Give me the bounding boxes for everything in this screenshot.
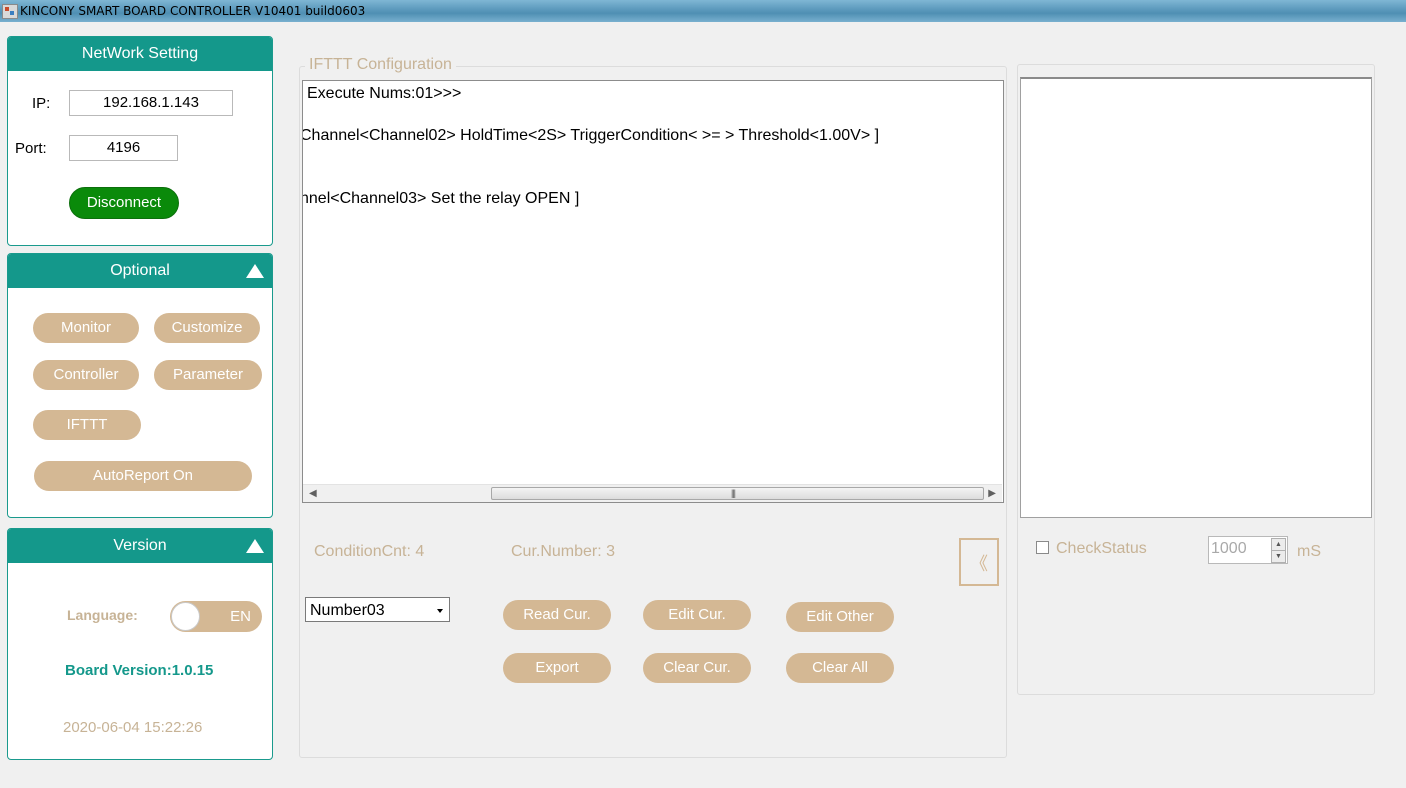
language-value: EN xyxy=(230,608,251,625)
customize-button[interactable]: Customize xyxy=(154,313,260,343)
scroll-right-icon[interactable]: ▶ xyxy=(988,488,996,499)
parameter-button[interactable]: Parameter xyxy=(154,360,262,390)
collapse-left-button[interactable]: 《 xyxy=(959,538,999,586)
edit-other-button[interactable]: Edit Other xyxy=(786,602,894,632)
number-select-value: Number03 xyxy=(310,602,385,619)
toggle-knob xyxy=(171,602,200,631)
datetime-label: 2020-06-04 15:22:26 xyxy=(63,719,203,736)
network-header: NetWork Setting xyxy=(8,37,272,71)
status-list[interactable] xyxy=(1020,77,1372,518)
clear-all-button[interactable]: Clear All xyxy=(786,653,894,683)
optional-title: Optional xyxy=(110,262,170,279)
ifttt-button[interactable]: IFTTT xyxy=(33,410,141,440)
collapse-up-icon[interactable] xyxy=(246,539,264,553)
number-select[interactable]: Number03 xyxy=(305,597,450,622)
scroll-thumb[interactable]: ||| xyxy=(491,487,984,500)
language-label: Language: xyxy=(67,607,138,623)
interval-unit: mS xyxy=(1297,543,1321,560)
clear-cur-button[interactable]: Clear Cur. xyxy=(643,653,751,683)
version-title: Version xyxy=(113,537,167,554)
chevron-down-icon xyxy=(437,609,443,613)
export-button[interactable]: Export xyxy=(503,653,611,683)
text-line-1: Execute Nums:01>>> xyxy=(307,85,462,102)
read-cur-button[interactable]: Read Cur. xyxy=(503,600,611,630)
scroll-left-icon[interactable]: ◀ xyxy=(309,488,317,499)
edit-cur-button[interactable]: Edit Cur. xyxy=(643,600,751,630)
monitor-button[interactable]: Monitor xyxy=(33,313,139,343)
controller-button[interactable]: Controller xyxy=(33,360,139,390)
port-field[interactable]: 4196 xyxy=(69,135,178,161)
condition-count: ConditionCnt: 4 xyxy=(314,543,425,560)
window-title: KINCONY SMART BOARD CONTROLLER V10401 bu… xyxy=(20,4,366,18)
ip-label: IP: xyxy=(32,95,51,112)
interval-spinner[interactable]: 1000 ▲ ▼ xyxy=(1208,536,1288,564)
checkstatus-label: CheckStatus xyxy=(1056,540,1147,557)
checkstatus-checkbox[interactable] xyxy=(1036,541,1049,554)
text-line-2: Channel<Channel02> HoldTime<2S> TriggerC… xyxy=(302,127,880,144)
language-toggle[interactable]: EN xyxy=(170,601,262,632)
board-version: Board Version:1.0.15 xyxy=(65,662,214,679)
version-header: Version xyxy=(8,529,272,563)
spin-down-icon[interactable]: ▼ xyxy=(1271,550,1286,563)
disconnect-button[interactable]: Disconnect xyxy=(69,187,179,219)
window-titlebar: KINCONY SMART BOARD CONTROLLER V10401 bu… xyxy=(0,0,1406,22)
port-label: Port: xyxy=(15,140,47,157)
autoreport-button[interactable]: AutoReport On xyxy=(34,461,252,491)
grip-icon: ||| xyxy=(731,488,736,498)
ifttt-text-area[interactable]: Execute Nums:01>>> Channel<Channel02> Ho… xyxy=(302,80,1004,503)
optional-header: Optional xyxy=(8,254,272,288)
ifttt-group-title: IFTTT Configuration xyxy=(305,56,456,74)
app-icon xyxy=(2,4,18,19)
horizontal-scrollbar[interactable]: ◀ ||| ▶ xyxy=(303,484,1002,502)
ip-field[interactable]: 192.168.1.143 xyxy=(69,90,233,116)
text-line-3: nnel<Channel03> Set the relay OPEN ] xyxy=(302,190,580,207)
collapse-up-icon[interactable] xyxy=(246,264,264,278)
current-number: Cur.Number: 3 xyxy=(511,543,616,560)
interval-value: 1000 xyxy=(1211,540,1247,557)
